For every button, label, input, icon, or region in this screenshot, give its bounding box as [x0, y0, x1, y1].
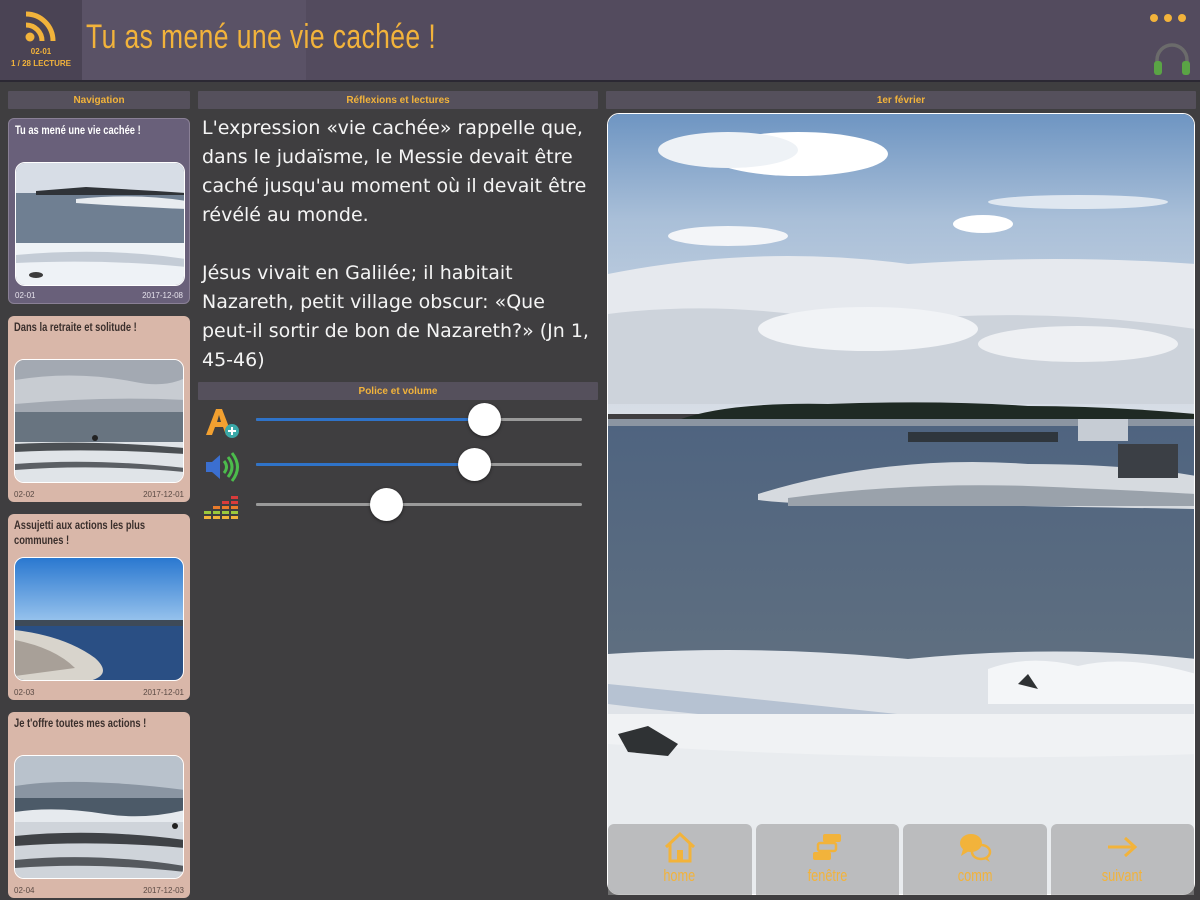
more-icon[interactable] [1146, 14, 1186, 26]
logo-code: 02-01 [30, 47, 52, 56]
reflections-header: Réflexions et lectures [198, 91, 598, 109]
arrow-right-icon [1108, 836, 1138, 858]
nav-card-thumbnail [14, 359, 184, 483]
nav-card-thumbnail [14, 557, 184, 681]
nav-card-meta: 02-04 2017-12-03 [14, 886, 184, 895]
main-photo [607, 113, 1195, 895]
date-header: 1er février [606, 91, 1196, 109]
font-size-slider-fill [256, 418, 485, 421]
volume-slider-track[interactable] [256, 448, 582, 481]
nav-card[interactable]: Tu as mené une vie cachée ! 02-01 2017-1… [8, 118, 190, 304]
nav-card-thumbnail [14, 755, 184, 879]
windows-button[interactable]: fenêtre [755, 824, 899, 895]
more-dot [1150, 14, 1158, 22]
equalizer-slider-fill [256, 503, 387, 506]
font-volume-header: Police et volume [198, 382, 598, 400]
rss-icon [25, 11, 56, 42]
nav-card[interactable]: Je t'offre toutes mes actions ! 02-04 20… [8, 712, 190, 898]
windows-icon [813, 834, 842, 860]
nav-card-code: 02-03 [14, 688, 35, 697]
font-size-slider-row [200, 403, 596, 439]
nav-card-date: 2017-12-01 [143, 688, 184, 697]
app-logo[interactable]: 02-01 1 / 28 LECTURE [0, 0, 82, 80]
volume-slider-thumb[interactable] [458, 448, 492, 481]
logo-subtitle: 1 / 28 LECTURE [10, 59, 71, 68]
nav-card-date: 2017-12-03 [143, 886, 184, 895]
nav-card-meta: 02-02 2017-12-01 [14, 490, 184, 499]
nav-card-title: Je t'offre toutes mes actions ! [14, 716, 147, 730]
headphones-icon[interactable] [1152, 40, 1192, 76]
nav-card[interactable]: Assujetti aux actions les plus communes … [8, 514, 190, 700]
volume-slider-fill [256, 463, 475, 466]
nav-card-code: 02-01 [15, 291, 36, 300]
volume-slider-row [200, 448, 596, 484]
equalizer-icon[interactable] [202, 490, 240, 524]
nav-card-thumbnail [15, 162, 185, 286]
speaker-icon[interactable] [202, 450, 240, 484]
nav-card-date: 2017-12-01 [143, 490, 184, 499]
equalizer-slider-thumb[interactable] [370, 488, 404, 521]
nav-card-title: Dans la retraite et solitude ! [14, 320, 137, 334]
more-dot [1164, 14, 1172, 22]
equalizer-slider-row [200, 488, 596, 524]
reflection-text: L'expression «vie cachée» rappelle que, … [202, 117, 589, 371]
nav-card-date: 2017-12-08 [142, 291, 183, 300]
font-size-plus-icon[interactable] [202, 405, 240, 439]
bottom-nav: home fenêtre comm suivant [607, 824, 1195, 895]
home-button[interactable]: home [608, 824, 752, 895]
top-bar: 02-01 1 / 28 LECTURE Tu as mené une vie … [0, 0, 1200, 82]
equalizer-slider-track[interactable] [256, 488, 582, 521]
comm-button[interactable]: comm [903, 824, 1047, 895]
windows-label: fenêtre [807, 866, 848, 885]
navigation-header: Navigation [8, 91, 190, 109]
nav-card[interactable]: Dans la retraite et solitude ! 02-02 201… [8, 316, 190, 502]
nav-card-code: 02-04 [14, 886, 35, 895]
chat-icon [959, 834, 991, 862]
page-title: Tu as mené une vie cachée ! [86, 18, 437, 56]
home-label: home [663, 866, 696, 885]
home-icon [664, 831, 695, 863]
font-size-slider-track[interactable] [256, 403, 582, 436]
nav-card-meta: 02-03 2017-12-01 [14, 688, 184, 697]
nav-card-meta: 02-01 2017-12-08 [15, 291, 183, 300]
next-button[interactable]: suivant [1050, 824, 1194, 895]
nav-card-title: Tu as mené une vie cachée ! [15, 123, 141, 137]
next-label: suivant [1102, 866, 1143, 885]
more-dot [1178, 14, 1186, 22]
nav-card-title: Assujetti aux actions les plus communes … [14, 518, 146, 547]
comm-label: comm [957, 866, 993, 885]
nav-card-code: 02-02 [14, 490, 35, 499]
font-size-slider-thumb[interactable] [468, 403, 502, 436]
